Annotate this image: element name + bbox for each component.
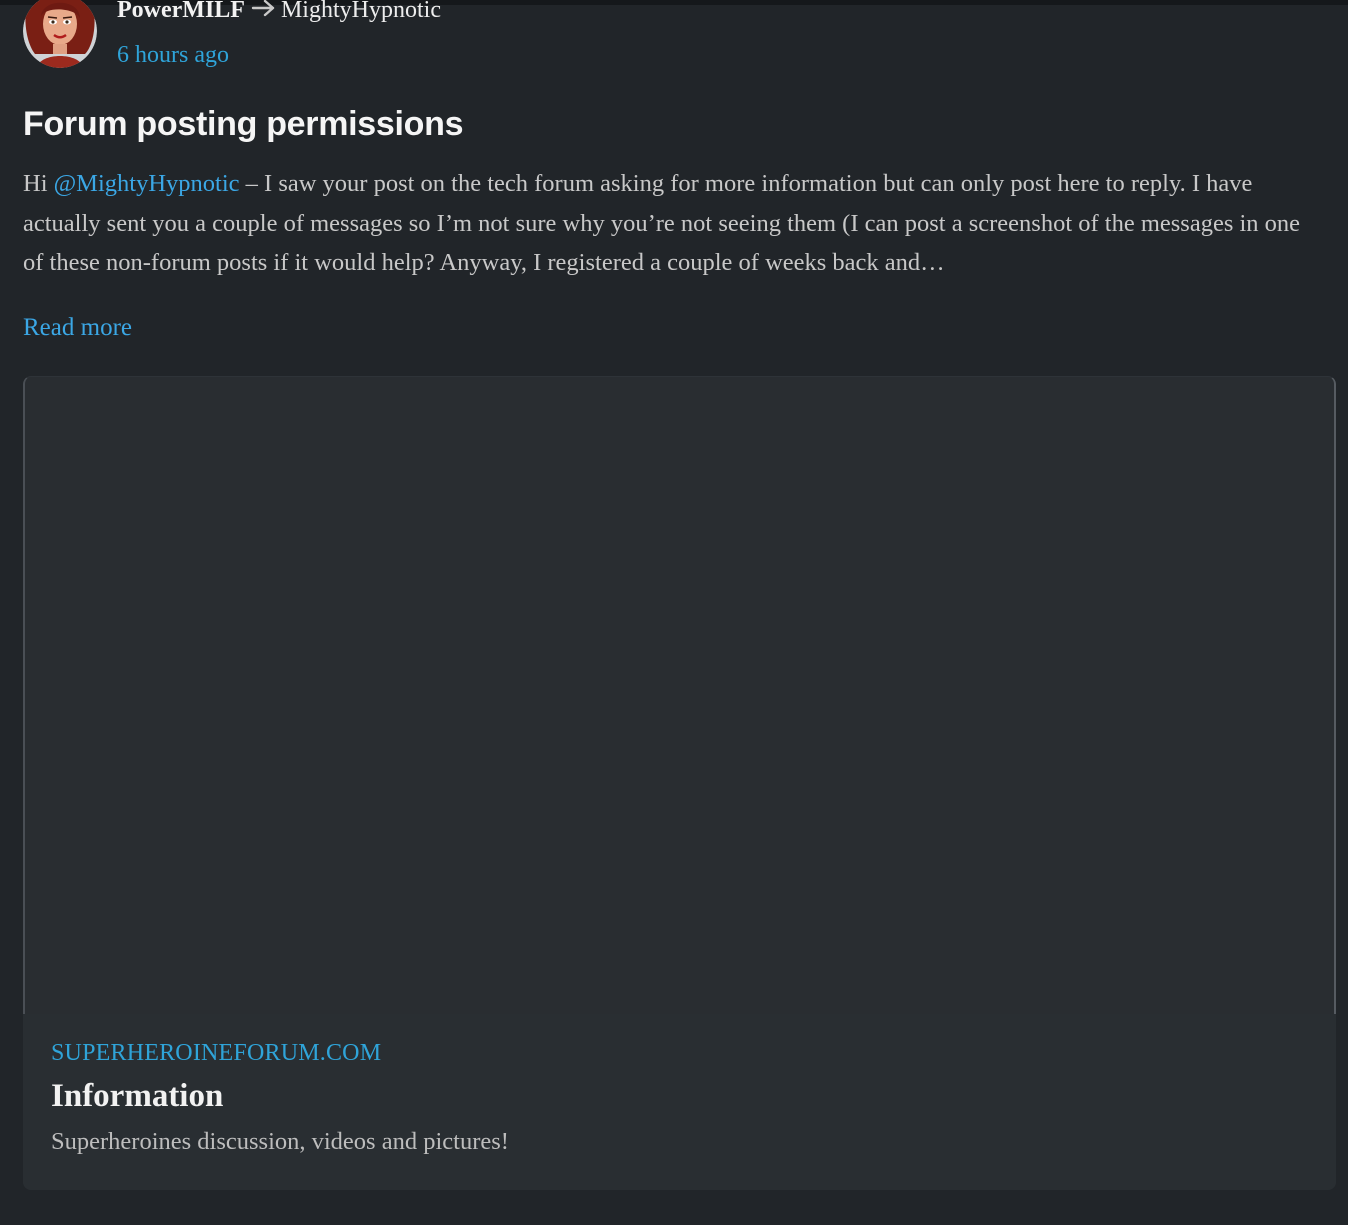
avatar-image <box>23 0 97 68</box>
link-preview-domain: SUPERHEROINEFORUM.COM <box>51 1040 382 1066</box>
avatar[interactable] <box>23 0 97 68</box>
link-preview-body: SUPERHEROINEFORUM.COM Information Superh… <box>23 1014 1336 1190</box>
link-preview-title[interactable]: Information <box>51 1076 223 1116</box>
right-arrow-icon <box>251 0 277 24</box>
post-excerpt: Hi @MightyHypnotic – I saw your post on … <box>23 164 1313 283</box>
post-header: PowerMILF MightyHypnotic 6 hours ago <box>23 0 1336 70</box>
post-timestamp[interactable]: 6 hours ago <box>117 40 229 70</box>
user-mention-link[interactable]: @MightyHypnotic <box>54 170 240 197</box>
link-preview-card[interactable]: SUPERHEROINEFORUM.COM Information Superh… <box>23 376 1336 1190</box>
link-preview-image <box>23 376 1336 1014</box>
recipient-name[interactable]: MightyHypnotic <box>281 0 441 23</box>
excerpt-prefix: Hi <box>23 170 54 197</box>
author-name[interactable]: PowerMILF <box>117 0 245 23</box>
read-more-link[interactable]: Read more <box>23 312 132 344</box>
link-preview-description: Superheroines discussion, videos and pic… <box>51 1128 509 1155</box>
post-participants: PowerMILF MightyHypnotic <box>117 0 441 24</box>
post-title: Forum posting permissions <box>23 105 464 143</box>
